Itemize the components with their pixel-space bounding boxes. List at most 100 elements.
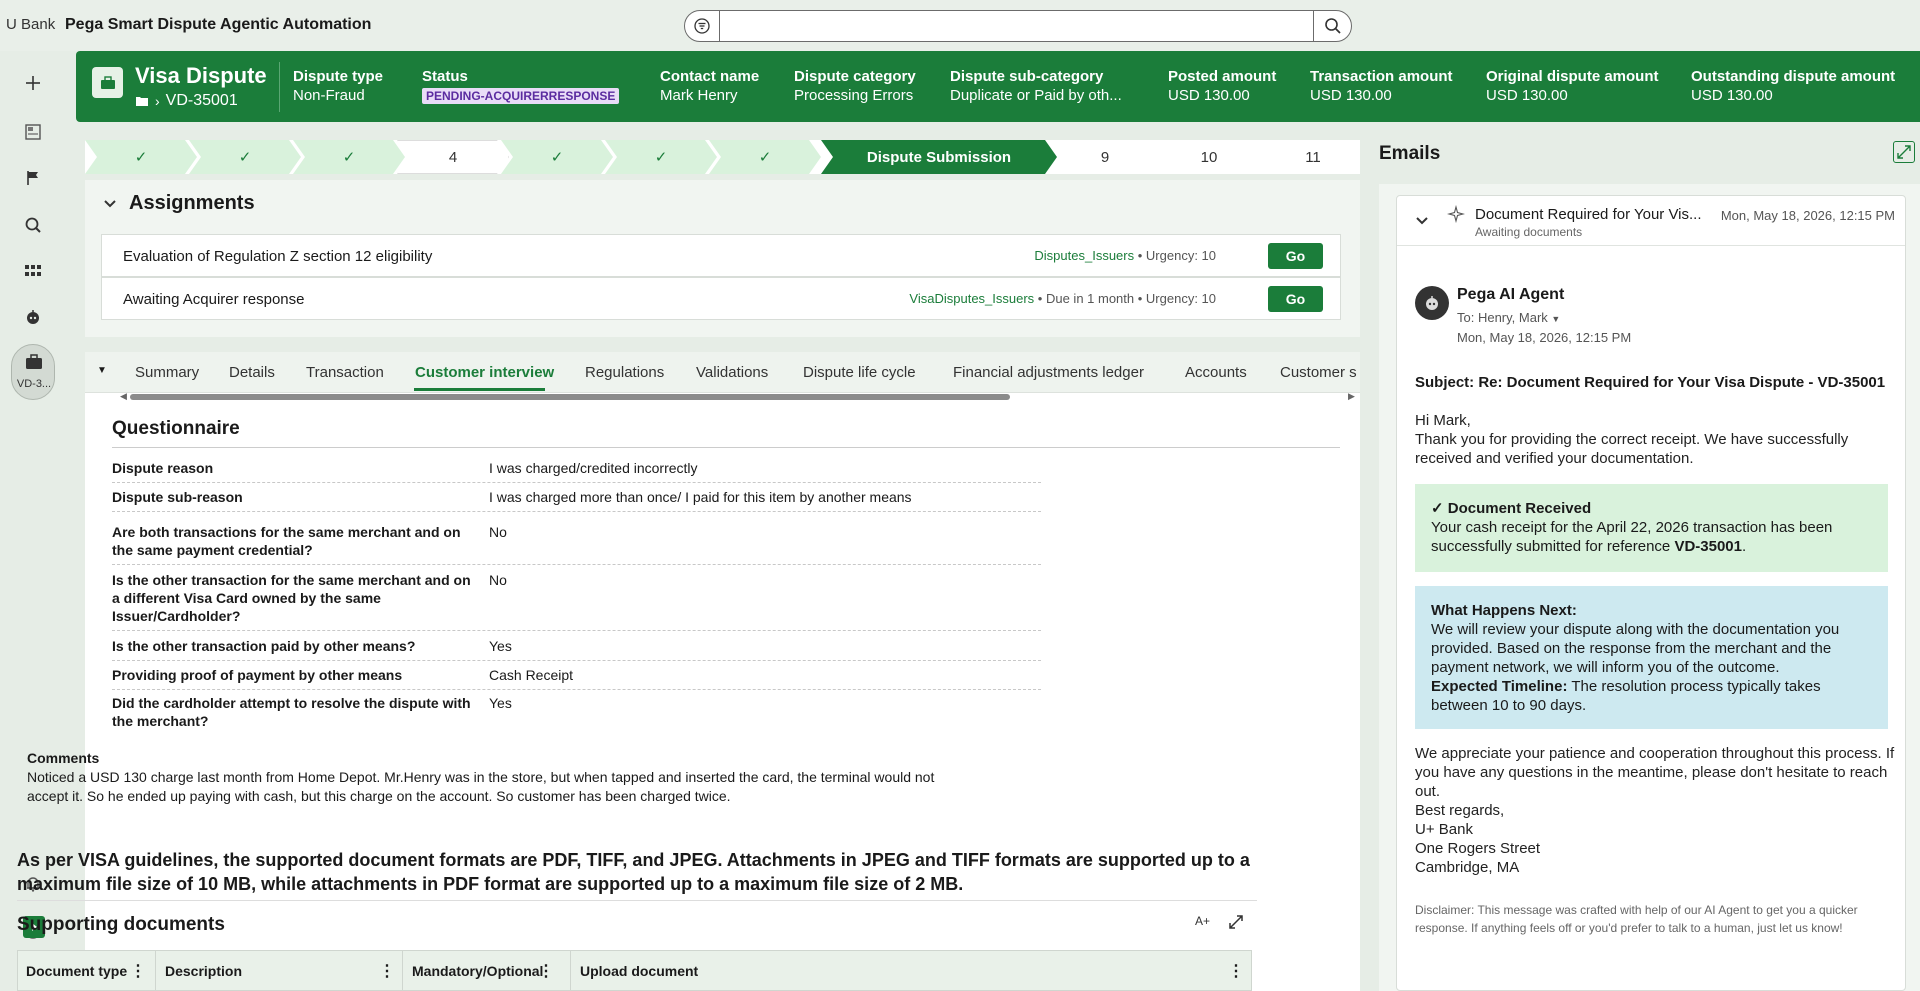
- stage-4[interactable]: 4: [397, 140, 509, 174]
- email-intro: Thank you for providing the correct rece…: [1415, 431, 1849, 467]
- assignments-header[interactable]: Assignments: [103, 192, 255, 215]
- assignment-title[interactable]: Evaluation of Regulation Z section 12 el…: [123, 248, 432, 265]
- field-label: Contact name: [660, 68, 760, 85]
- column-menu-icon[interactable]: ⋮: [538, 961, 554, 981]
- tab-summary[interactable]: Summary: [135, 364, 199, 381]
- search-input[interactable]: [725, 15, 1305, 37]
- tab-regulations[interactable]: Regulations: [585, 364, 664, 381]
- email-org: U+ Bank: [1415, 821, 1473, 838]
- status-badge: PENDING-ACQUIRERRESPONSE: [422, 88, 620, 104]
- tab-details[interactable]: Details: [229, 364, 275, 381]
- stage-1[interactable]: ✓: [85, 140, 197, 174]
- field-original-dispute-amount: Original dispute amount USD 130.00: [1486, 68, 1659, 104]
- field-label: Status: [422, 68, 468, 85]
- col-mandatory-optional[interactable]: Mandatory/Optional: [412, 963, 543, 979]
- field-value: USD 130.00: [1691, 87, 1773, 104]
- field-outstanding-dispute-amount: Outstanding dispute amount USD 130.00: [1691, 68, 1895, 104]
- comments-text: Noticed a USD 130 charge last month from…: [27, 769, 935, 804]
- col-description[interactable]: Description: [165, 963, 242, 979]
- search-button[interactable]: [1313, 11, 1351, 41]
- assignment-title[interactable]: Awaiting Acquirer response: [123, 291, 305, 308]
- stage-7[interactable]: ✓: [709, 140, 821, 174]
- tab-financial-adjustments-ledger[interactable]: Financial adjustments ledger: [953, 364, 1144, 381]
- field-value: USD 130.00: [1486, 87, 1568, 104]
- robot-icon: [1426, 296, 1438, 310]
- case-header: Visa Dispute › VD-35001 Dispute type Non…: [76, 51, 1920, 122]
- case-id: VD-35001: [165, 92, 238, 109]
- field-dispute-type: Dispute type Non-Fraud: [293, 68, 383, 104]
- caret-down-icon[interactable]: ▼: [97, 365, 107, 376]
- tab-dispute-life-cycle[interactable]: Dispute life cycle: [803, 364, 916, 381]
- stage-3[interactable]: ✓: [293, 140, 405, 174]
- col-upload-document[interactable]: Upload document: [580, 963, 698, 979]
- create-button[interactable]: [18, 68, 48, 98]
- question: Dispute sub-reason: [112, 489, 243, 505]
- document-format-guidelines: As per VISA guidelines, the supported do…: [17, 850, 1250, 894]
- flag-button[interactable]: [18, 163, 48, 193]
- chevron-down-icon[interactable]: [1415, 216, 1429, 226]
- email-street: One Rogers Street: [1415, 840, 1541, 857]
- tab-accounts[interactable]: Accounts: [1185, 364, 1247, 381]
- stage-5[interactable]: ✓: [501, 140, 613, 174]
- divider: [112, 447, 1340, 448]
- email-recipients[interactable]: To: Henry, Mark ▼: [1457, 310, 1560, 325]
- col-document-type[interactable]: Document type: [26, 963, 127, 979]
- go-button[interactable]: Go: [1268, 243, 1323, 269]
- queue-link[interactable]: Disputes_Issuers: [1034, 248, 1134, 263]
- tab-validations[interactable]: Validations: [696, 364, 768, 381]
- separator: •: [1134, 248, 1146, 263]
- dashboard-button[interactable]: [18, 117, 48, 147]
- scroll-left-icon[interactable]: ◀: [120, 391, 127, 402]
- question: Is the other transaction for the same me…: [112, 572, 471, 624]
- question: Did the cardholder attempt to resolve th…: [112, 695, 471, 729]
- email-city: Cambridge, MA: [1415, 859, 1520, 876]
- sent-date: Mon, May 18, 2026, 12:15 PM: [1457, 330, 1632, 345]
- chevron-down-icon: [104, 199, 116, 207]
- briefcase-icon: [26, 354, 42, 369]
- supporting-documents-title: Supporting documents: [17, 914, 225, 935]
- font-size-button[interactable]: A+: [1195, 914, 1210, 930]
- open-case-tab[interactable]: VD-3...: [11, 344, 55, 400]
- field-value[interactable]: Mark Henry: [660, 87, 759, 104]
- explore-button[interactable]: [18, 210, 48, 240]
- stage-8-current[interactable]: Dispute Submission: [821, 140, 1057, 174]
- answer: Cash Receipt: [489, 667, 574, 683]
- apps-button[interactable]: [18, 256, 48, 286]
- tab-customer-summary[interactable]: Customer s: [1280, 364, 1357, 381]
- documents-table-header: Document type ⋮ Description ⋮ Mandatory/…: [17, 950, 1252, 991]
- stage-11[interactable]: 11: [1257, 140, 1360, 174]
- brand-logo[interactable]: U Bank: [6, 16, 55, 33]
- column-menu-icon[interactable]: ⋮: [1228, 961, 1244, 981]
- timeline-label: Expected Timeline:: [1431, 678, 1568, 695]
- queue-link[interactable]: VisaDisputes_Issuers: [909, 291, 1034, 306]
- stage-6[interactable]: ✓: [605, 140, 717, 174]
- field-label: Dispute category: [794, 68, 916, 85]
- tab-customer-interview[interactable]: Customer interview: [415, 364, 554, 381]
- email-signoff: Best regards,: [1415, 802, 1505, 819]
- tab-transaction[interactable]: Transaction: [306, 364, 384, 381]
- stage-9[interactable]: 9: [1049, 140, 1161, 174]
- folder-icon[interactable]: [135, 95, 149, 107]
- table-tools: A+: [1195, 914, 1244, 930]
- go-button[interactable]: Go: [1268, 286, 1323, 312]
- stage-2[interactable]: ✓: [189, 140, 301, 174]
- horizontal-scrollbar[interactable]: [130, 394, 1010, 400]
- recipient-text: To: Henry, Mark: [1457, 310, 1548, 325]
- questionnaire-row: Is the other transaction paid by other m…: [112, 637, 1041, 661]
- filter-button[interactable]: [685, 11, 720, 41]
- column-menu-icon[interactable]: ⋮: [130, 961, 146, 981]
- expand-emails-button[interactable]: [1893, 141, 1915, 163]
- column-menu-icon[interactable]: ⋮: [379, 961, 395, 981]
- filter-icon: [694, 18, 710, 34]
- questionnaire-row: Are both transactions for the same merch…: [112, 523, 1041, 565]
- search-icon: [1324, 18, 1341, 34]
- search-cases-icon: [25, 217, 41, 233]
- answer: I was charged more than once/ I paid for…: [489, 489, 912, 505]
- email-header[interactable]: Document Required for Your Vis... Awaiti…: [1397, 196, 1905, 246]
- sender-avatar: [1415, 286, 1449, 320]
- fullscreen-icon[interactable]: [1228, 914, 1244, 930]
- stage-10[interactable]: 10: [1153, 140, 1265, 174]
- scroll-right-icon[interactable]: ▶: [1348, 391, 1355, 402]
- agent-button[interactable]: [18, 302, 48, 332]
- due-date: Due in 1 month •: [1045, 291, 1146, 306]
